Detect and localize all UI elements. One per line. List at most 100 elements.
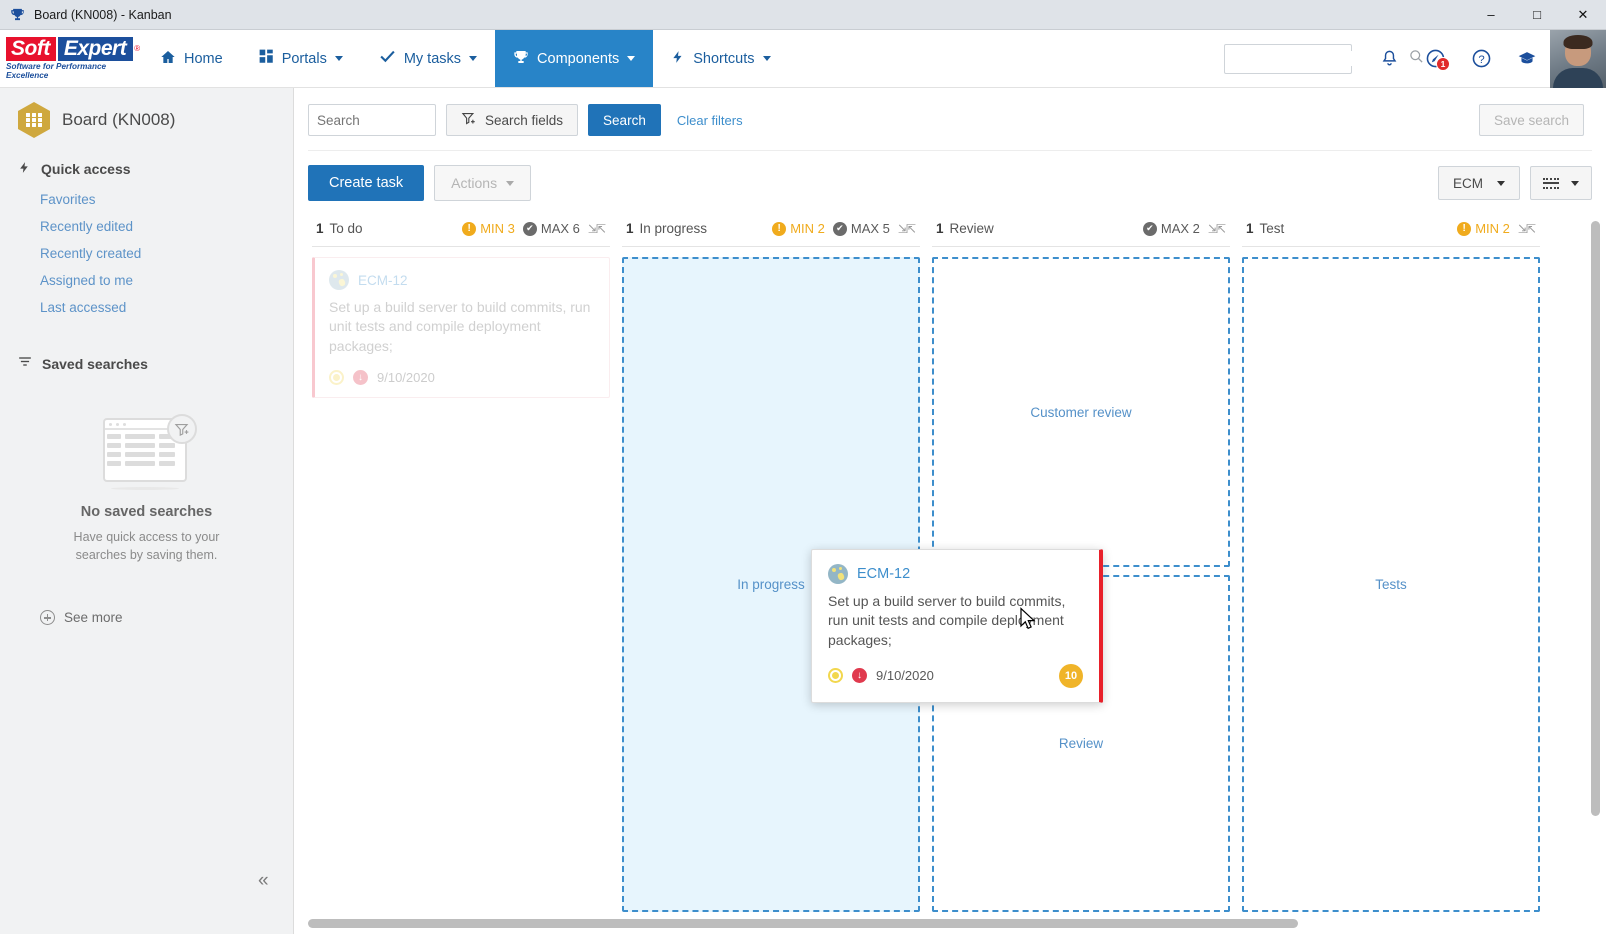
horizontal-scroll-thumb[interactable] (308, 918, 1298, 928)
user-avatar[interactable] (1550, 29, 1606, 88)
logo-registered-mark: ® (134, 44, 141, 54)
logo-tagline: Software for Performance Excellence (6, 62, 107, 80)
wip-max: ✔ MAX 6 (522, 221, 580, 236)
search-button[interactable]: Search (588, 104, 661, 136)
task-card-ghost[interactable]: ECM-12 Set up a build server to build co… (312, 257, 610, 398)
expand-column-icon[interactable]: ⇲⇱ (898, 222, 916, 236)
wip-max: ✔ MAX 2 (1142, 221, 1200, 236)
clear-filters-link[interactable]: Clear filters (677, 113, 743, 128)
sidebar-item-last-accessed[interactable]: Last accessed (0, 294, 293, 321)
column-name: Review (949, 221, 994, 236)
academy-icon[interactable] (1504, 30, 1550, 88)
nav-item-home[interactable]: Home (142, 30, 241, 87)
chevron-down-icon (1497, 180, 1505, 186)
sidebar-group-saved-searches: Saved searches (0, 343, 293, 380)
help-icon[interactable]: ? (1458, 30, 1504, 88)
dropzone-label: Tests (1375, 577, 1407, 592)
check-circle-icon: ✔ (522, 221, 537, 236)
search-fields-button[interactable]: Search fields (446, 104, 579, 136)
sidebar-item-recently-created[interactable]: Recently created (0, 240, 293, 267)
sidebar-board-header: Board (KN008) (0, 88, 293, 148)
saved-searches-empty-state: No saved searches Have quick access to y… (0, 380, 293, 564)
column-count: 1 (1246, 221, 1254, 236)
save-search-button[interactable]: Save search (1478, 104, 1584, 136)
column-header: 1 In progress ! MIN 2 ✔ MAX 5 ⇲⇱ (622, 215, 920, 247)
sidebar-group-quick-access: Quick access (0, 148, 293, 186)
global-search-box[interactable] (1224, 43, 1423, 74)
main-content: Search fields Search Clear filters Save … (294, 88, 1606, 934)
wip-min-label: MIN 3 (480, 221, 515, 236)
warning-icon: ! (1457, 221, 1472, 236)
bolt-icon (671, 49, 685, 69)
wip-max-label: MAX 2 (1160, 221, 1200, 236)
dropzone-customer-review[interactable]: Customer review (932, 257, 1230, 567)
nav-item-home-label: Home (184, 50, 223, 67)
dropzone-tests[interactable]: Tests (1242, 257, 1540, 912)
chevron-down-icon (469, 56, 478, 61)
sidebar-group-quick-access-label: Quick access (41, 161, 131, 177)
column-header: 1 Test ! MIN 2 ⇲⇱ (1242, 215, 1540, 247)
status-ring-icon (329, 369, 344, 385)
filter-toolbar: Search fields Search Clear filters Save … (294, 88, 1606, 136)
create-task-button[interactable]: Create task (308, 165, 425, 201)
minimize-button[interactable]: – (1468, 0, 1514, 30)
window-title-bar: Board (KN008) - Kanban – □ ✕ (0, 0, 1606, 30)
wip-min: ! MIN 2 (772, 221, 825, 236)
board-vertical-scrollbar[interactable] (1584, 215, 1606, 912)
empty-state-subtitle: Have quick access to your searches by sa… (73, 530, 220, 563)
task-card-dragging[interactable]: ECM-12 Set up a build server to build co… (811, 549, 1103, 703)
sidebar-item-favorites[interactable]: Favorites (0, 186, 293, 213)
column-count: 1 (626, 221, 634, 236)
nav-item-my-tasks[interactable]: My tasks (361, 30, 495, 87)
column-header: 1 To do ! MIN 3 ✔ MAX 6 ⇲⇱ (312, 215, 610, 247)
sidebar-item-assigned-to-me[interactable]: Assigned to me (0, 267, 293, 294)
softexpert-logo[interactable]: Soft Expert ® Software for Performance Exc… (0, 30, 142, 87)
expand-column-icon[interactable]: ⇲⇱ (1518, 222, 1536, 236)
actions-dropdown-button[interactable]: Actions (434, 165, 532, 201)
mouse-cursor-icon (1019, 607, 1037, 633)
overdue-icon: ↓ (353, 369, 368, 385)
expand-column-icon[interactable]: ⇲⇱ (1208, 222, 1226, 236)
bell-icon[interactable] (1366, 30, 1412, 88)
sidebar-group-saved-searches-label: Saved searches (42, 355, 148, 372)
sidebar-item-recently-edited[interactable]: Recently edited (0, 213, 293, 240)
wip-min-label: MIN 2 (790, 221, 825, 236)
dropzone-label: Customer review (1030, 404, 1132, 420)
scope-selector-button[interactable]: ECM (1438, 166, 1520, 200)
sidebar-collapse-button[interactable]: « (258, 870, 269, 892)
kanban-board-scroll[interactable]: 1 To do ! MIN 3 ✔ MAX 6 ⇲⇱ ECM-12 Set up… (294, 215, 1584, 912)
nav-item-shortcuts[interactable]: Shortcuts (653, 30, 788, 87)
filter-add-icon (461, 111, 476, 129)
expand-column-icon[interactable]: ⇲⇱ (588, 222, 606, 236)
view-mode-button[interactable] (1530, 166, 1592, 200)
notification-badge: 1 (1436, 56, 1450, 71)
column-count: 1 (936, 221, 944, 236)
wip-max: ✔ MAX 5 (832, 221, 890, 236)
kanban-board-icon (18, 102, 50, 138)
board-view-tools: ECM (1438, 166, 1592, 200)
search-input-box[interactable] (308, 104, 507, 136)
task-card-id[interactable]: ECM-12 (358, 273, 408, 288)
dropzone-label: Review (1058, 736, 1104, 751)
maximize-button[interactable]: □ (1514, 0, 1560, 30)
nav-item-portals-label: Portals (281, 50, 327, 67)
nav-item-portals[interactable]: Portals (241, 30, 361, 87)
empty-searches-illustration (97, 414, 197, 490)
see-more-button[interactable]: See more (0, 610, 293, 626)
check-circle-icon: ✔ (832, 221, 847, 236)
board-horizontal-scrollbar[interactable] (294, 912, 1606, 934)
nav-item-components[interactable]: Components (495, 30, 654, 87)
chevron-down-icon (506, 180, 515, 186)
chevron-down-icon (627, 56, 636, 61)
action-toolbar: Create task Actions ECM (308, 150, 1592, 215)
sidebar: Board (KN008) Quick access Favorites Rec… (0, 88, 294, 934)
close-button[interactable]: ✕ (1560, 0, 1606, 30)
grid-icon (259, 49, 274, 68)
task-card-id[interactable]: ECM-12 (857, 566, 910, 582)
notification-icon[interactable]: 1 (1412, 30, 1458, 88)
bolt-icon (18, 160, 31, 178)
chevron-down-icon (1571, 180, 1579, 186)
column-count: 1 (316, 221, 324, 236)
nav-item-my-tasks-label: My tasks (403, 50, 462, 67)
column-body: ECM-12 Set up a build server to build co… (312, 257, 610, 912)
